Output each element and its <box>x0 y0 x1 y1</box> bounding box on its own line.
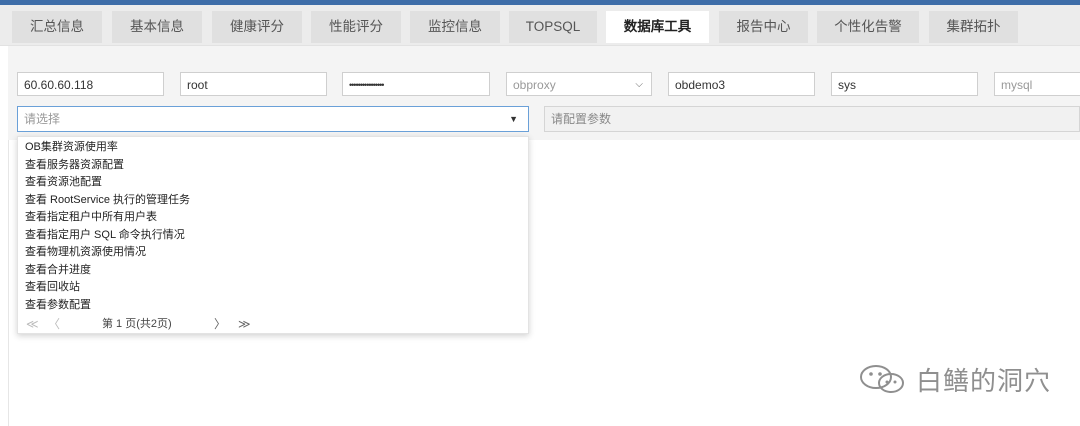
tab-performance-score[interactable]: 性能评分 <box>311 11 401 43</box>
caret-down-icon: ▼ <box>509 114 518 124</box>
content-left-border <box>8 140 9 426</box>
page-indicator: 第 1 页(共2页) <box>102 318 172 330</box>
dropdown-option[interactable]: OB集群资源使用率 <box>25 139 118 155</box>
dropdown-option[interactable]: 查看指定用户 SQL 命令执行情况 <box>25 227 185 243</box>
dropdown-option[interactable]: 查看 RootService 执行的管理任务 <box>25 192 190 208</box>
dropdown-option[interactable]: 查看服务器资源配置 <box>25 157 124 173</box>
password-input[interactable]: •••••••••••••••• <box>342 72 490 96</box>
proxy-select-value: obproxy <box>513 78 556 92</box>
dropdown-option[interactable]: 查看参数配置 <box>25 297 91 313</box>
tab-summary[interactable]: 汇总信息 <box>12 11 102 43</box>
dropdown-pager: ≪ 〈 第 1 页(共2页) 〉 ≫ <box>18 315 528 333</box>
tab-report-center[interactable]: 报告中心 <box>719 11 808 43</box>
chevron-down-icon: ⌵ <box>635 79 643 90</box>
dropdown-option[interactable]: 查看指定租户中所有用户表 <box>25 209 157 225</box>
tab-topsql[interactable]: TOPSQL <box>509 11 597 43</box>
wechat-icon <box>860 365 904 393</box>
dropdown-option[interactable]: 查看资源池配置 <box>25 174 102 190</box>
tab-cluster-topology[interactable]: 集群拓扑 <box>929 11 1018 43</box>
watermark-text: 白鳝的洞穴 <box>916 366 1052 397</box>
dropdown-option[interactable]: 查看合并进度 <box>25 262 91 278</box>
tab-bar: 汇总信息 基本信息 健康评分 性能评分 监控信息 TOPSQL 数据库工具 报告… <box>0 5 1080 46</box>
tool-dropdown: OB集群资源使用率 查看服务器资源配置 查看资源池配置 查看 RootServi… <box>17 136 529 334</box>
next-page-icon[interactable]: 〉 <box>214 315 226 333</box>
last-page-icon[interactable]: ≫ <box>238 315 251 333</box>
tab-health-score[interactable]: 健康评分 <box>212 11 302 43</box>
tenant-input[interactable]: obdemo3 <box>668 72 815 96</box>
watermark: 白鳝的洞穴 <box>858 362 1052 397</box>
user-input[interactable]: root <box>180 72 327 96</box>
tab-custom-alerts[interactable]: 个性化告警 <box>817 11 919 43</box>
db-type-input[interactable]: mysql <box>994 72 1080 96</box>
dropdown-option[interactable]: 查看回收站 <box>25 279 80 295</box>
tool-select[interactable]: 请选择 ▼ <box>17 106 529 132</box>
host-input[interactable]: 60.60.60.118 <box>17 72 164 96</box>
tab-basic-info[interactable]: 基本信息 <box>112 11 202 43</box>
tenant-user-input[interactable]: sys <box>831 72 978 96</box>
prev-page-icon[interactable]: 〈 <box>48 315 60 333</box>
tab-db-tools[interactable]: 数据库工具 <box>606 11 709 43</box>
first-page-icon[interactable]: ≪ <box>26 315 39 333</box>
dropdown-option[interactable]: 查看物理机资源使用情况 <box>25 244 146 260</box>
param-input[interactable]: 请配置参数 <box>544 106 1080 132</box>
proxy-select[interactable]: obproxy ⌵ <box>506 72 652 96</box>
tool-select-placeholder: 请选择 <box>24 112 61 126</box>
tab-monitoring[interactable]: 监控信息 <box>410 11 500 43</box>
